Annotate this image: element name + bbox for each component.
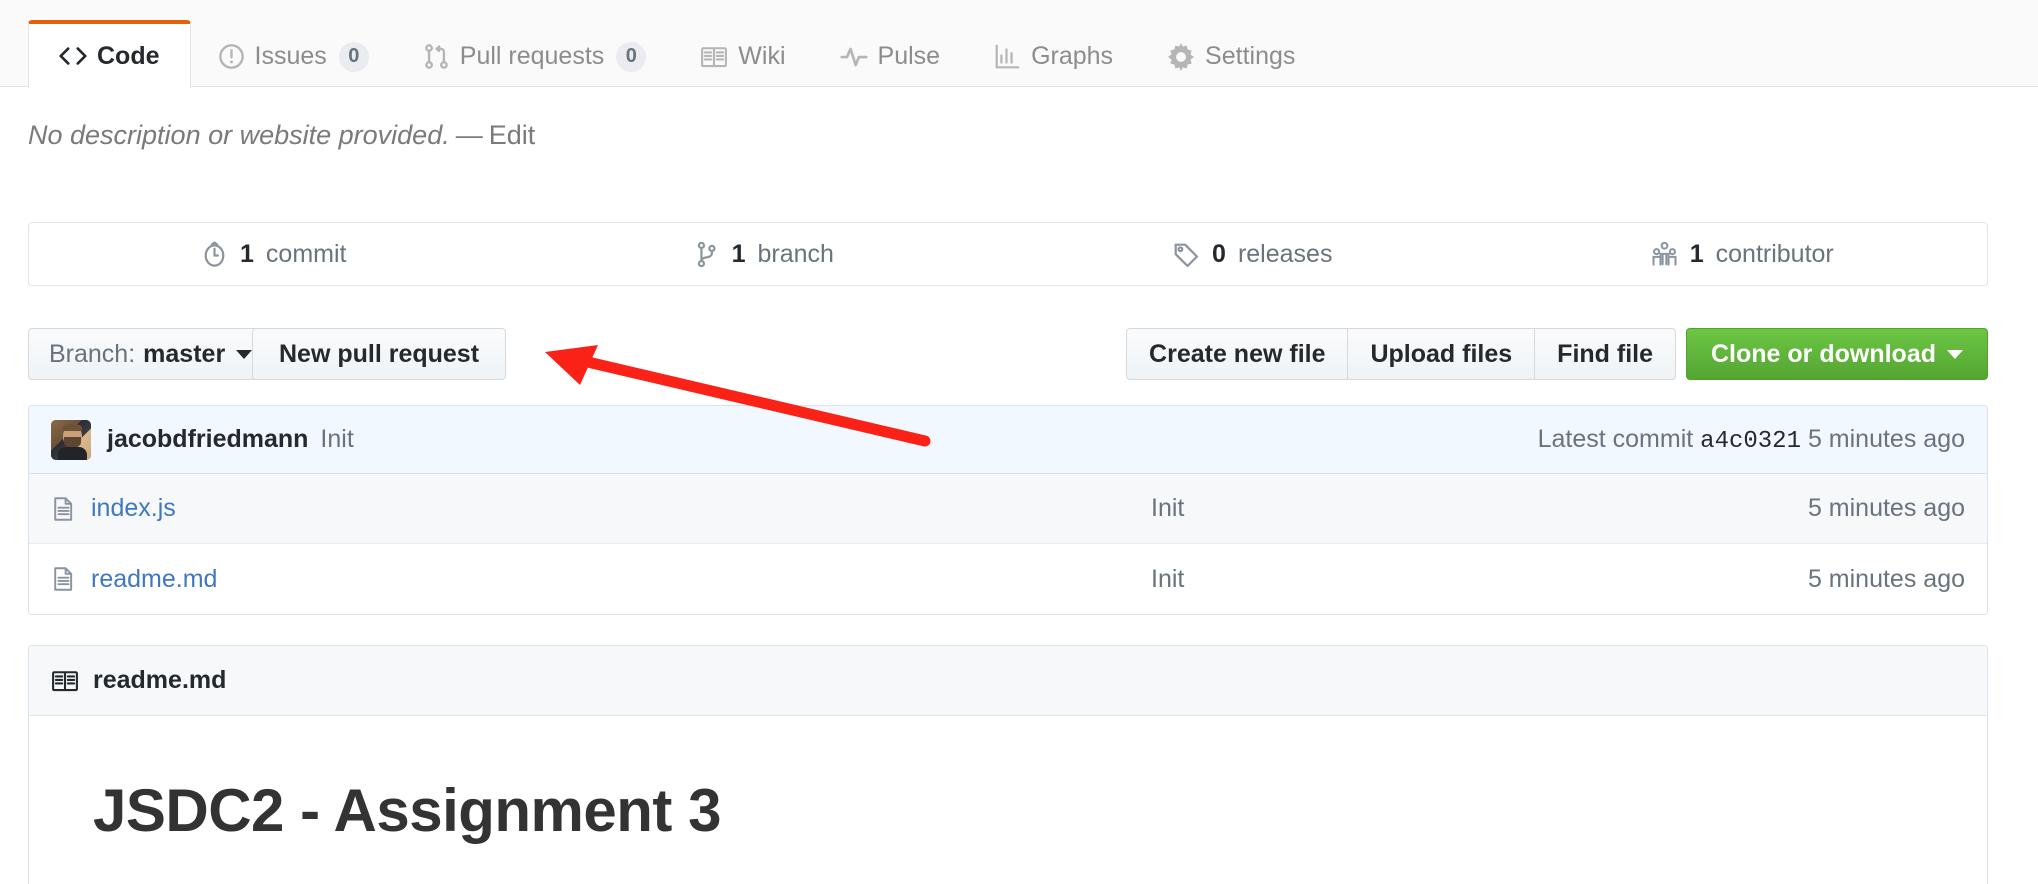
description-separator: — xyxy=(455,120,483,150)
github-repo-page: Code Issues 0 Pull requests 0 Wiki Pulse… xyxy=(0,0,2038,884)
readme-heading: JSDC2 - Assignment 3 xyxy=(93,777,721,844)
tab-settings[interactable]: Settings xyxy=(1140,24,1322,88)
file-name-link[interactable]: index.js xyxy=(91,494,1151,523)
stat-label: branch xyxy=(757,239,834,268)
upload-files-label: Upload files xyxy=(1370,339,1513,368)
commit-message[interactable]: Init xyxy=(320,425,353,454)
find-file-label: Find file xyxy=(1557,339,1653,368)
tab-list: Code Issues 0 Pull requests 0 Wiki Pulse… xyxy=(28,0,1322,88)
commit-author-link[interactable]: jacobdfriedmann xyxy=(107,425,308,454)
tab-label: Pull requests xyxy=(459,42,605,70)
stat-label: releases xyxy=(1237,239,1333,268)
avatar-hair xyxy=(63,423,82,431)
tab-label: Issues xyxy=(254,42,327,70)
file-listing-box: jacobdfriedmann Init Latest commit a4c03… xyxy=(28,405,1988,615)
readme-header: readme.md xyxy=(29,646,1987,716)
tab-code[interactable]: Code xyxy=(28,20,191,88)
file-action-group: Create new file Upload files Find file C… xyxy=(1126,328,1988,380)
stat-value: 1 xyxy=(731,239,746,268)
branch-name-label: master xyxy=(143,339,226,368)
latest-commit-label: Latest commit xyxy=(1537,424,1694,453)
pulse-icon xyxy=(839,43,868,71)
repo-description: No description or website provided. — Edit xyxy=(28,120,535,151)
clone-or-download-label: Clone or download xyxy=(1711,339,1936,368)
book-icon xyxy=(700,43,728,71)
avatar-beard xyxy=(64,436,81,448)
git-pull-request-icon xyxy=(423,43,450,70)
stat-commits[interactable]: 1 commit xyxy=(29,223,519,285)
file-commit-message[interactable]: Init xyxy=(1151,565,1808,594)
file-age: 5 minutes ago xyxy=(1807,564,1965,593)
latest-commit-row: jacobdfriedmann Init Latest commit a4c03… xyxy=(29,406,1987,474)
stat-branches[interactable]: 1 branch xyxy=(519,223,1009,285)
stat-value: 0 xyxy=(1212,239,1226,268)
upload-files-button[interactable]: Upload files xyxy=(1347,328,1535,380)
tab-label: Code xyxy=(97,41,160,70)
tab-pulse[interactable]: Pulse xyxy=(813,24,968,88)
stat-label: contributor xyxy=(1715,239,1834,268)
tag-icon xyxy=(1173,241,1200,268)
file-button-group: Create new file Upload files Find file xyxy=(1126,328,1676,380)
issues-count: 0 xyxy=(338,41,369,72)
avatar[interactable] xyxy=(51,419,91,460)
file-commit-message[interactable]: Init xyxy=(1151,494,1808,523)
code-icon xyxy=(59,42,87,70)
tab-wiki[interactable]: Wiki xyxy=(673,24,812,88)
pull-requests-count: 0 xyxy=(616,41,647,72)
new-pull-request-button[interactable]: New pull request xyxy=(252,328,507,380)
stat-releases[interactable]: 0 releases xyxy=(1008,223,1498,285)
issue-opened-icon xyxy=(218,43,245,70)
tab-label: Graphs xyxy=(1031,42,1114,70)
table-row[interactable]: index.js Init 5 minutes ago xyxy=(29,474,1987,544)
branch-prefix-label: Branch: xyxy=(49,339,136,368)
repo-action-bar: Branch: master New pull request Create n… xyxy=(28,328,1988,380)
commit-meta: Latest commit a4c0321 5 minutes ago xyxy=(1538,425,1965,455)
repo-stats-bar: 1 commit 1 branch 0 releases 1 contribut… xyxy=(28,222,1988,286)
table-row[interactable]: readme.md Init 5 minutes ago xyxy=(29,544,1987,614)
tab-label: Pulse xyxy=(877,42,941,70)
find-file-button[interactable]: Find file xyxy=(1534,328,1676,380)
tab-label: Settings xyxy=(1205,42,1296,70)
git-branch-icon xyxy=(693,241,720,268)
history-icon xyxy=(201,240,228,268)
file-icon xyxy=(51,566,77,592)
stat-value: 1 xyxy=(1689,239,1704,268)
commit-sha-link[interactable]: a4c0321 xyxy=(1700,428,1801,455)
chevron-down-icon xyxy=(236,349,253,359)
repo-tab-navigation: Code Issues 0 Pull requests 0 Wiki Pulse… xyxy=(0,0,2038,88)
tab-pull-requests[interactable]: Pull requests 0 xyxy=(396,24,674,88)
file-name-link[interactable]: readme.md xyxy=(91,565,1151,594)
stat-contributors[interactable]: 1 contributor xyxy=(1498,223,1988,285)
create-new-file-button[interactable]: Create new file xyxy=(1126,328,1348,380)
create-new-file-label: Create new file xyxy=(1149,339,1326,368)
file-age: 5 minutes ago xyxy=(1807,494,1965,522)
tab-graphs[interactable]: Graphs xyxy=(967,24,1140,88)
readme-box: readme.md JSDC2 - Assignment 3 xyxy=(28,645,1988,884)
readme-filename: readme.md xyxy=(93,666,227,694)
readme-content: JSDC2 - Assignment 3 xyxy=(29,716,1987,845)
book-icon xyxy=(51,667,79,695)
clone-or-download-button[interactable]: Clone or download xyxy=(1686,328,1988,380)
stat-value: 1 xyxy=(240,239,254,268)
tab-label: Wiki xyxy=(738,42,786,70)
new-pull-request-label: New pull request xyxy=(279,339,480,368)
edit-description-link[interactable]: Edit xyxy=(489,120,536,150)
organization-icon xyxy=(1651,241,1678,268)
graph-icon xyxy=(994,43,1021,70)
branch-selector-button[interactable]: Branch: master xyxy=(28,328,274,380)
stat-label: commit xyxy=(265,239,347,268)
avatar-shirt xyxy=(58,446,87,460)
chevron-down-icon xyxy=(1947,349,1963,359)
file-icon xyxy=(51,496,77,522)
commit-age: 5 minutes ago xyxy=(1807,424,1965,453)
gear-icon xyxy=(1167,42,1195,71)
tab-issues[interactable]: Issues 0 xyxy=(191,24,396,88)
repo-description-text: No description or website provided. xyxy=(28,120,450,150)
